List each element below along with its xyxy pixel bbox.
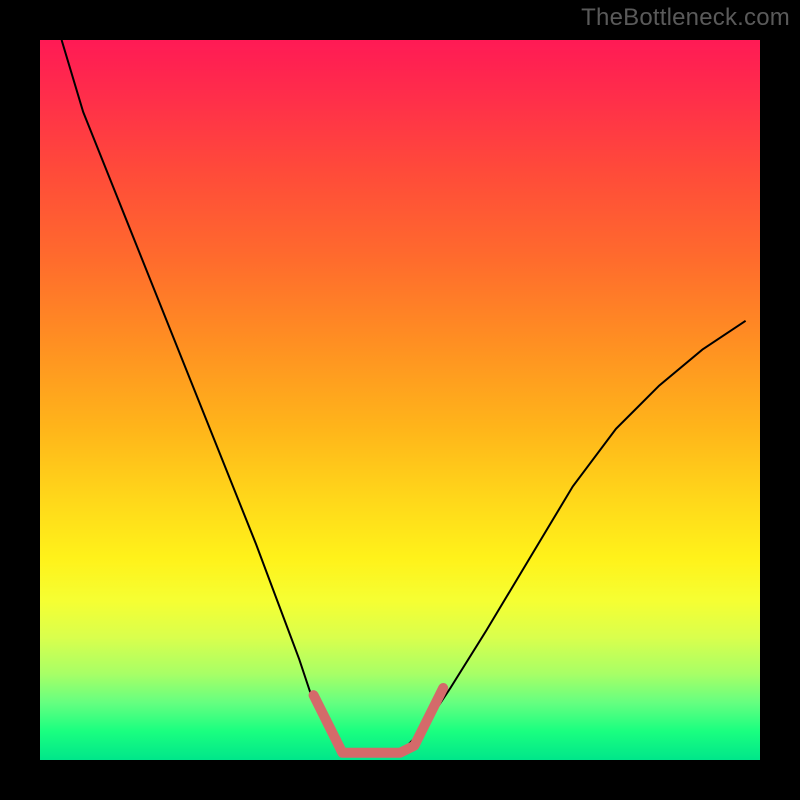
watermark-text: TheBottleneck.com	[581, 4, 790, 32]
plot-area	[40, 40, 760, 760]
bottleneck-curve	[62, 40, 746, 753]
chart-svg	[40, 40, 760, 760]
chart-frame: TheBottleneck.com	[0, 0, 800, 800]
sweet-spot-band	[314, 688, 444, 753]
